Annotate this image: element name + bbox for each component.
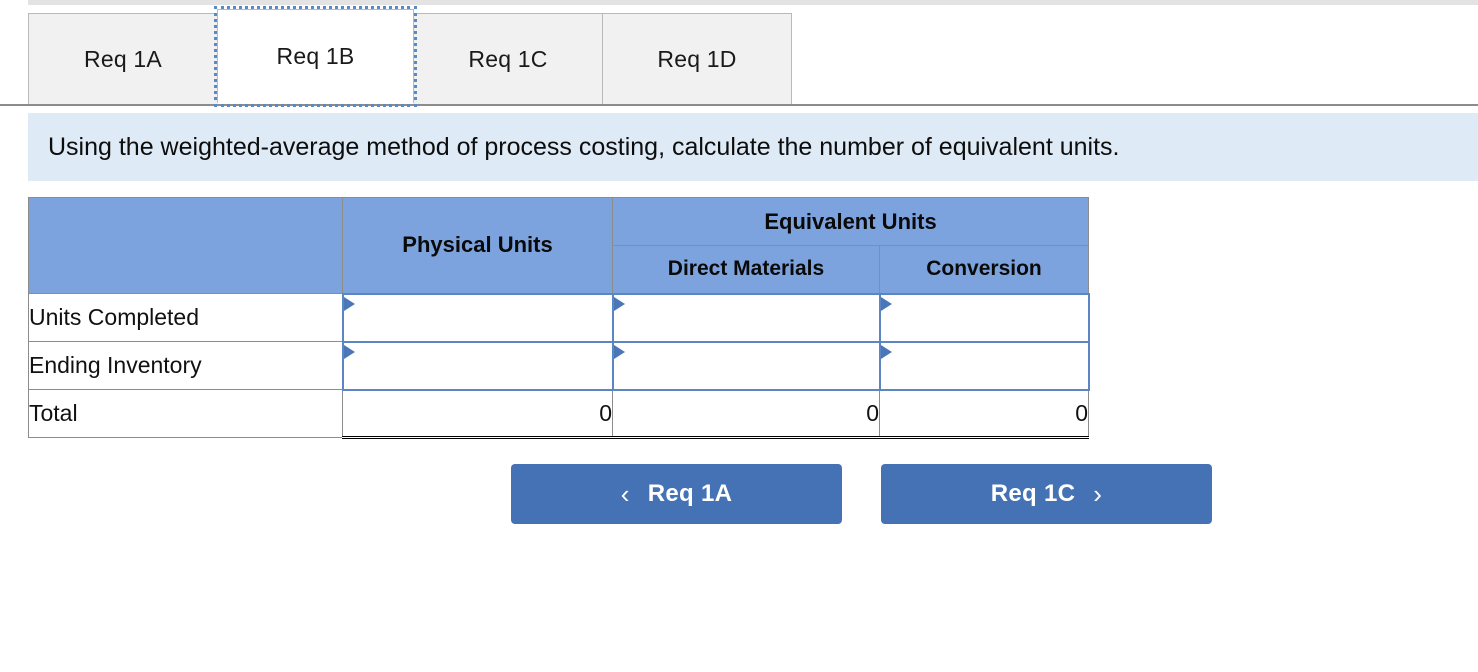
- header-corner-blank: [28, 197, 343, 294]
- cell-marker-triangle-icon: [880, 344, 892, 359]
- table-head: Physical Units Equivalent Units Direct M…: [28, 197, 1090, 294]
- prev-req-1a-button[interactable]: ‹ Req 1A: [511, 464, 842, 524]
- tab-label: Req 1D: [657, 45, 737, 72]
- input-ending-inventory-conversion[interactable]: [878, 340, 1090, 391]
- tab-label: Req 1B: [276, 42, 355, 69]
- cell-marker-triangle-icon: [613, 296, 625, 311]
- tab-strip: Req 1A Req 1B Req 1C Req 1D: [28, 6, 792, 107]
- header-physical-units: Physical Units: [342, 197, 613, 294]
- instruction-banner: Using the weighted-average method of pro…: [28, 113, 1478, 181]
- tab-bar: Req 1A Req 1B Req 1C Req 1D: [0, 6, 1478, 107]
- table-header-row-1: Physical Units Equivalent Units: [28, 197, 1090, 294]
- next-req-1c-button[interactable]: Req 1C ›: [881, 464, 1212, 524]
- cell-marker-triangle-icon: [880, 296, 892, 311]
- row-label-ending-inventory: Ending Inventory: [28, 341, 343, 390]
- input-units-completed-direct-materials[interactable]: [611, 292, 881, 343]
- tab-label: Req 1C: [468, 45, 548, 72]
- row-label-total: Total: [28, 389, 343, 438]
- total-conversion: 0: [878, 389, 1090, 439]
- cell-marker-triangle-icon: [343, 344, 355, 359]
- cell-marker-triangle-icon: [613, 344, 625, 359]
- prev-button-label: Req 1A: [647, 480, 733, 507]
- cell-marker-triangle-icon: [343, 296, 355, 311]
- table-row-total: Total 0 0 0: [28, 389, 1090, 439]
- header-direct-materials: Direct Materials: [612, 245, 880, 294]
- top-strip: [28, 0, 1478, 5]
- tab-req-1b[interactable]: Req 1B: [214, 6, 417, 107]
- chevron-right-icon: ›: [1093, 479, 1103, 509]
- input-ending-inventory-physical[interactable]: [341, 340, 614, 391]
- tab-label: Req 1A: [84, 45, 162, 72]
- input-ending-inventory-direct-materials[interactable]: [611, 340, 881, 391]
- navigation-buttons: ‹ Req 1A Req 1C ›: [511, 464, 1212, 524]
- chevron-left-icon: ‹: [620, 479, 630, 509]
- input-units-completed-physical[interactable]: [341, 292, 614, 343]
- table-row: Units Completed: [28, 292, 1090, 343]
- header-equivalent-units: Equivalent Units: [611, 197, 1090, 246]
- next-button-label: Req 1C: [990, 480, 1076, 507]
- table-body: Units Completed Ending Inventory Total 0…: [28, 292, 1090, 439]
- row-label-units-completed: Units Completed: [28, 293, 343, 342]
- tab-req-1d[interactable]: Req 1D: [602, 13, 792, 104]
- tab-req-1a[interactable]: Req 1A: [28, 13, 218, 104]
- table-row: Ending Inventory: [28, 340, 1090, 391]
- input-units-completed-conversion[interactable]: [878, 292, 1090, 343]
- equivalent-units-table: Physical Units Equivalent Units Direct M…: [28, 197, 1090, 439]
- header-conversion: Conversion: [878, 245, 1090, 294]
- total-physical: 0: [342, 389, 613, 439]
- total-direct-materials: 0: [612, 389, 880, 439]
- instruction-text: Using the weighted-average method of pro…: [48, 132, 1120, 161]
- tab-req-1c[interactable]: Req 1C: [413, 13, 603, 104]
